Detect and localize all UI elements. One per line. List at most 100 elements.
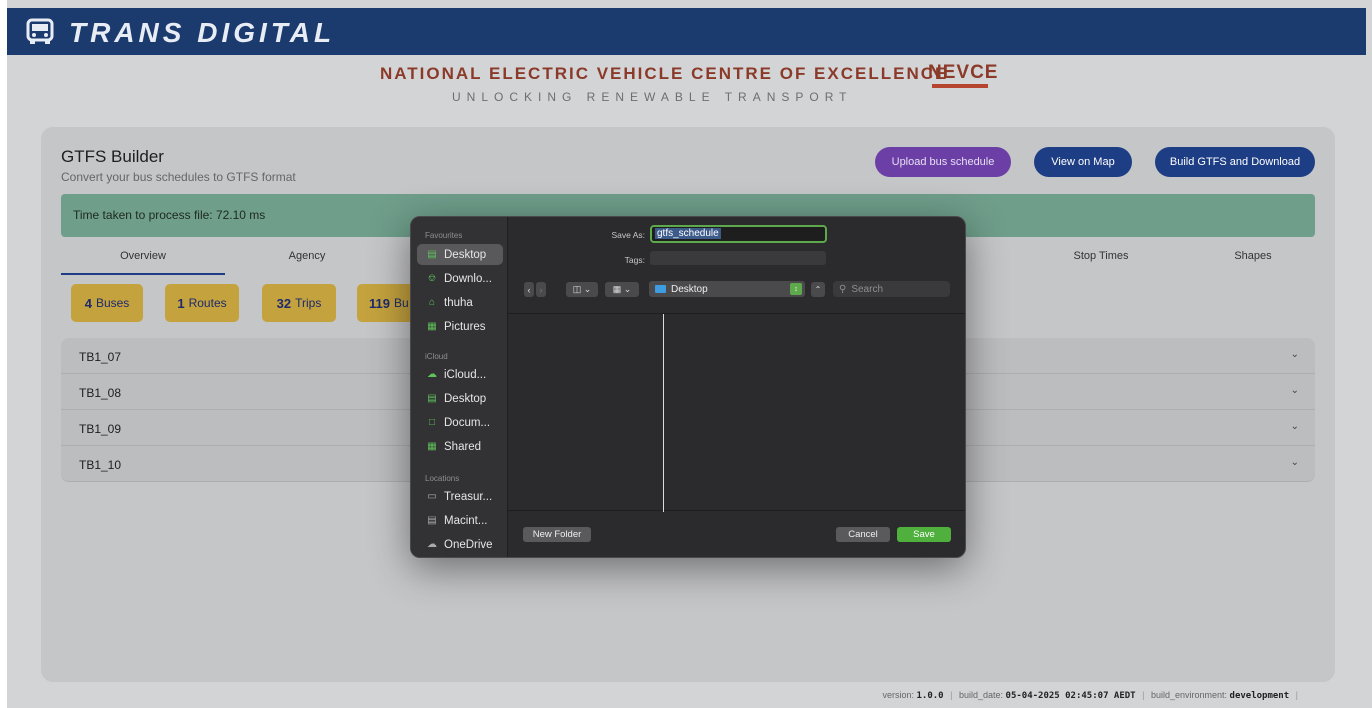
stat-trips-count: 32 [276,295,292,311]
tab-agency[interactable]: Agency [225,250,389,262]
build-env-value: development [1229,691,1290,701]
new-folder-button[interactable]: New Folder [523,527,591,542]
save-button[interactable]: Save [897,527,951,542]
file-browser[interactable] [508,313,965,512]
home-icon: ⌂ [428,297,436,308]
sidebar-item-desktop[interactable]: ▤ Desktop [417,244,503,265]
nevce-logo: NEVCE [928,62,999,88]
back-button[interactable]: ‹ [524,282,534,297]
download-icon: ⎊ [428,273,436,284]
desktop-icon: ▤ [427,249,437,260]
footer-separator: | [950,690,953,700]
stat-buses-count: 4 [84,295,92,311]
version-value: 1.0.0 [916,691,944,701]
top-bar: TRANS DIGITAL [7,8,1366,55]
bus-row-label: TB1_10 [79,458,122,472]
sidebar-item-pictures[interactable]: ▦ Pictures [417,316,503,337]
footer-separator: | [1295,690,1298,700]
sidebar-item-label: Desktop [444,248,487,261]
sidebar-item-label: OneDrive [444,538,493,551]
brand-title: TRANS DIGITAL [69,17,336,48]
sidebar-item-label: Macint... [444,514,488,527]
stat-trips: 32 Trips [262,284,336,322]
location-value: Desktop [671,283,708,295]
sidebar-item-downloads[interactable]: ⎊ Downlo... [417,268,503,289]
expand-up-button[interactable]: ⌃ [811,282,825,297]
tab-stop-times[interactable]: Stop Times [1019,250,1183,262]
bus-row-label: TB1_08 [79,386,122,400]
window-edge [0,0,7,708]
sidebar-item-home[interactable]: ⌂ thuha [417,292,503,313]
sidebar-item-label: Desktop [444,392,487,405]
chevron-down-icon: ⌄ [1290,457,1299,468]
pictures-icon: ▦ [427,321,437,332]
card-subtitle: Convert your bus schedules to GTFS forma… [61,170,296,184]
alert-text: Time taken to process file: 72.10 ms [73,208,266,222]
document-icon: □ [428,417,436,428]
stat-bus-stops: 119 Bu [357,284,417,322]
save-as-value: gtfs_schedule [655,228,721,239]
stat-bus-stops-label: Bu [393,296,409,310]
card-title: GTFS Builder [61,147,164,166]
save-dialog: Favourites ▤ Desktop ⎊ Downlo... ⌂ thuha ▦ P… [410,216,966,558]
section-locations: Locations [425,474,460,483]
upload-schedule-button[interactable]: Upload bus schedule [875,147,1011,177]
sidebar-item-macintosh[interactable]: ▤ Macint... [417,510,503,531]
forward-button[interactable]: › [536,282,546,297]
search-placeholder: Search [851,283,884,295]
chevron-down-icon: ⌄ [1290,421,1299,432]
stat-trips-label: Trips [295,296,322,310]
cloud-icon: ☁ [427,369,437,380]
stat-routes-count: 1 [177,295,185,311]
dialog-sidebar: Favourites ▤ Desktop ⎊ Downlo... ⌂ thuha ▦ P… [411,217,508,557]
grid-view-button[interactable]: ▦ ⌄ [605,282,639,297]
nevce-logo-text: NEVCE [928,62,999,83]
sidebar-item-label: Downlo... [444,272,492,285]
stat-buses-label: Buses [95,296,130,310]
tags-input[interactable] [650,251,826,265]
bus-icon [26,18,54,44]
stat-routes: 1 Routes [165,284,239,322]
build-env-label: build_environment: [1150,690,1228,700]
shared-folder-icon: ▦ [427,441,437,452]
sidebar-item-documents[interactable]: □ Docum... [417,412,503,433]
search-icon: ⚲ [839,283,847,295]
cloud-icon: ☁ [427,539,437,550]
build-gtfs-button[interactable]: Build GTFS and Download [1155,147,1315,177]
app-page: TRANS DIGITAL NATIONAL ELECTRIC VEHICLE … [0,0,1372,708]
cancel-button[interactable]: Cancel [836,527,890,542]
sidebar-item-onedrive[interactable]: ☁ OneDrive [417,534,503,555]
stat-buses: 4 Buses [71,284,143,322]
active-tab-indicator [61,273,225,275]
column-view-button[interactable]: ◫ ⌄ [566,282,598,297]
tab-overview[interactable]: Overview [61,250,225,262]
sidebar-item-shared[interactable]: ▦ Shared [417,436,503,457]
search-input[interactable]: ⚲ Search [833,281,950,297]
sidebar-item-label: Treasur... [444,490,493,503]
tab-shapes[interactable]: Shapes [1171,250,1335,262]
stat-bus-stops-count: 119 [369,295,390,311]
save-as-input[interactable]: gtfs_schedule [650,225,827,243]
section-favourites: Favourites [425,231,463,240]
sidebar-item-label: Docum... [444,416,491,429]
tags-label: Tags: [624,255,645,265]
tagline: UNLOCKING RENEWABLE TRANSPORT [452,90,853,104]
stat-routes-label: Routes [188,296,227,310]
sidebar-item-icloud-desktop[interactable]: ▤ Desktop [417,388,503,409]
version-label: version: [882,690,914,700]
sidebar-item-label: Shared [444,440,482,453]
location-select[interactable]: Desktop ↕ [649,281,805,297]
sidebar-item-icloud-drive[interactable]: ☁ iCloud... [417,364,503,385]
sidebar-item-treasure[interactable]: ▭ Treasur... [417,486,503,507]
build-date-value: 05-04-2025 02:45:07 AEDT [1005,691,1136,701]
view-on-map-button[interactable]: View on Map [1034,147,1132,177]
chevron-down-icon: ⌄ [1290,385,1299,396]
sidebar-item-label: Pictures [444,320,486,333]
build-date-label: build_date: [958,690,1004,700]
disk-icon: ▤ [427,515,437,526]
footer-separator: | [1142,690,1145,700]
column-divider[interactable] [663,314,664,512]
sidebar-item-label: iCloud... [444,368,487,381]
sidebar-item-label: thuha [444,296,473,309]
section-icloud: iCloud [425,352,448,361]
